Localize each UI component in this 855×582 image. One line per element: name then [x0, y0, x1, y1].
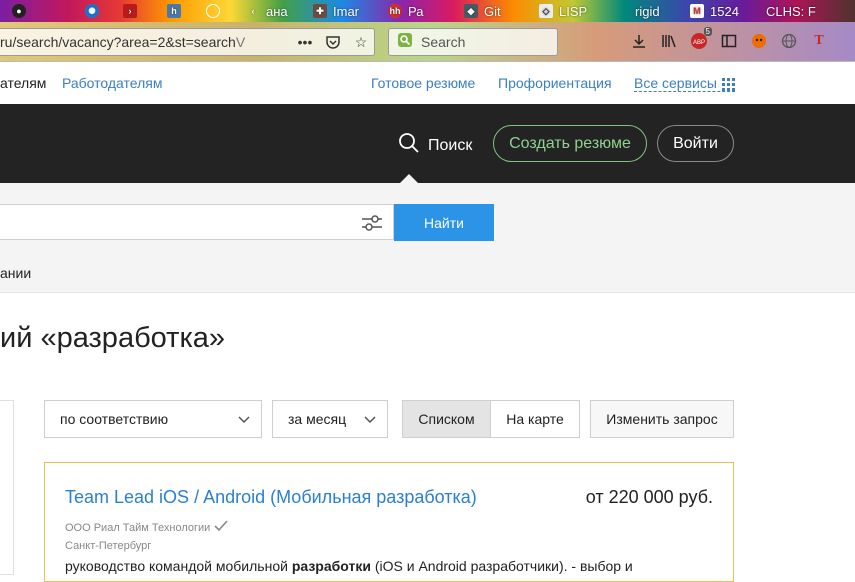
- vacancy-card: Team Lead iOS / Android (Мобильная разра…: [44, 462, 734, 582]
- github-icon: ●: [12, 4, 26, 18]
- site-header: Поиск Создать резюме Войти: [0, 104, 855, 183]
- header-search-link[interactable]: Поиск: [398, 132, 472, 159]
- tab-label: Imar: [333, 3, 359, 19]
- view-list-button[interactable]: Списком: [403, 401, 491, 437]
- vacancy-city: Санкт-Петербург: [65, 540, 152, 552]
- chevron-down-icon: [363, 412, 377, 429]
- sidebar-icon[interactable]: [720, 32, 738, 50]
- nav-career-guidance[interactable]: Профориентация: [498, 75, 612, 91]
- git-icon: ◆: [464, 4, 478, 18]
- page-title: ий «разработка»: [0, 322, 226, 354]
- all-services-label: Все сервисы: [634, 75, 717, 91]
- view-map-button[interactable]: На карте: [491, 401, 579, 437]
- period-select-value: за месяц: [288, 411, 347, 427]
- header-search-label: Поиск: [428, 136, 473, 154]
- lisp-icon: ◇: [539, 4, 553, 18]
- svg-text:ABP: ABP: [693, 40, 705, 46]
- browser-tab[interactable]: ◇ LISP: [539, 0, 587, 22]
- tab-label: CLHS: F: [766, 3, 816, 19]
- browser-tab[interactable]: ‹ ана: [246, 0, 288, 22]
- filters-sidebar: [0, 400, 14, 575]
- desc-highlight: разработки: [291, 558, 371, 574]
- view-mode-toggle: Списком На карте: [402, 400, 580, 438]
- tab-label: Ра: [408, 3, 424, 19]
- browser-tab[interactable]: M 1524: [690, 0, 739, 22]
- vacancy-description: руководство командой мобильной разработк…: [65, 558, 633, 574]
- sort-select-value: по соответствию: [60, 411, 169, 427]
- filter-settings-icon[interactable]: [361, 214, 383, 237]
- library-icon[interactable]: [660, 32, 678, 50]
- browser-tab[interactable]: ✚ Imar: [313, 0, 359, 22]
- browser-tab[interactable]: rigid: [615, 0, 660, 22]
- tab-label: LISP: [559, 3, 588, 19]
- change-query-button[interactable]: Изменить запрос: [590, 400, 734, 438]
- hh-square-icon: h: [167, 4, 181, 18]
- tab-label: Git: [484, 3, 501, 19]
- adblock-icon[interactable]: ABP 5: [690, 27, 712, 50]
- pocket-icon[interactable]: [324, 33, 342, 51]
- browser-search-box[interactable]: Search: [388, 28, 558, 56]
- find-button[interactable]: Найти: [394, 204, 494, 241]
- desc-text: руководство командой мобильной: [65, 558, 292, 574]
- desc-text: (iOS и Android разработчики). - выбор и: [370, 558, 633, 574]
- adblock-badge: 5: [703, 27, 712, 36]
- globe-icon: [206, 4, 220, 18]
- browser-tab[interactable]: ›: [123, 0, 137, 22]
- tab-label: ана: [266, 3, 288, 19]
- employer-name: ООО Риал Тайм Технологии: [65, 521, 211, 534]
- vacancy-salary: от 220 000 руб.: [585, 487, 713, 507]
- search-icon: [398, 132, 420, 159]
- advanced-search-link[interactable]: ании: [0, 265, 31, 281]
- gmail-icon: M: [690, 4, 704, 18]
- bookmark-star-icon[interactable]: ☆: [352, 33, 370, 51]
- drop-icon: [615, 4, 629, 18]
- browser-toolbar: ru/search/vacancy?area=2&st=searchV ••• …: [0, 22, 855, 62]
- nav-employers[interactable]: Работодателям: [62, 75, 163, 91]
- url-faded: V: [235, 34, 246, 50]
- top-navigation: ателям Работодателям Готовое резюме Проф…: [0, 63, 855, 104]
- search-placeholder: Search: [421, 34, 466, 50]
- browser-tab[interactable]: hh Ра: [388, 0, 423, 22]
- vacancy-title-link[interactable]: Team Lead iOS / Android (Мобильная разра…: [65, 487, 477, 508]
- nav-all-services[interactable]: Все сервисы: [634, 75, 735, 92]
- search-panel: Найти ании: [0, 183, 855, 293]
- more-actions-icon[interactable]: •••: [296, 33, 314, 51]
- fox-extension-icon[interactable]: [750, 32, 768, 50]
- period-select[interactable]: за месяц: [272, 400, 388, 438]
- chevron-down-icon: [237, 412, 251, 429]
- url-bar[interactable]: ru/search/vacancy?area=2&st=searchV ••• …: [0, 28, 375, 56]
- login-button[interactable]: Войти: [657, 125, 734, 162]
- globe-icon[interactable]: [780, 32, 798, 50]
- tab-label: 1524: [710, 3, 739, 19]
- sort-select[interactable]: по соответствию: [44, 400, 262, 438]
- vacancy-employer[interactable]: ООО Риал Тайм Технологии: [65, 520, 228, 535]
- url-main: ru/search/vacancy?area=2&st=search: [0, 34, 236, 50]
- tab-label: rigid: [635, 3, 660, 19]
- translate-icon[interactable]: T: [810, 32, 828, 50]
- dropdown-pointer: [400, 174, 418, 183]
- browser-tab[interactable]: ✺: [85, 0, 99, 22]
- vacancy-search-input[interactable]: [0, 204, 394, 240]
- verified-check-icon: [214, 520, 228, 535]
- terminal-icon: ›: [123, 4, 137, 18]
- browser-tab[interactable]: CLHS: F: [766, 0, 816, 22]
- browser-tab[interactable]: ●: [12, 0, 26, 22]
- grid-icon: [721, 77, 735, 91]
- create-resume-button[interactable]: Создать резюме: [493, 125, 647, 162]
- url-text: ru/search/vacancy?area=2&st=searchV: [0, 34, 280, 50]
- nav-applicants[interactable]: ателям: [0, 75, 46, 91]
- browser-tab[interactable]: h: [167, 0, 181, 22]
- back-arrow-icon: ‹: [251, 6, 255, 16]
- browser-tab[interactable]: [206, 0, 220, 22]
- gear-blue-icon: ✺: [85, 4, 99, 18]
- nav-ready-resume[interactable]: Готовое резюме: [371, 75, 475, 91]
- hh-icon: hh: [388, 4, 402, 18]
- browser-tab[interactable]: ◆ Git: [464, 0, 501, 22]
- browser-tab-strip: ● ✺ › h ‹ ана ✚ Imar hh Ра ◆ Git ◇ LISP rigid…: [0, 0, 855, 22]
- download-icon[interactable]: [630, 32, 648, 50]
- search-icon: [397, 32, 413, 53]
- puzzle-icon: ✚: [313, 4, 327, 18]
